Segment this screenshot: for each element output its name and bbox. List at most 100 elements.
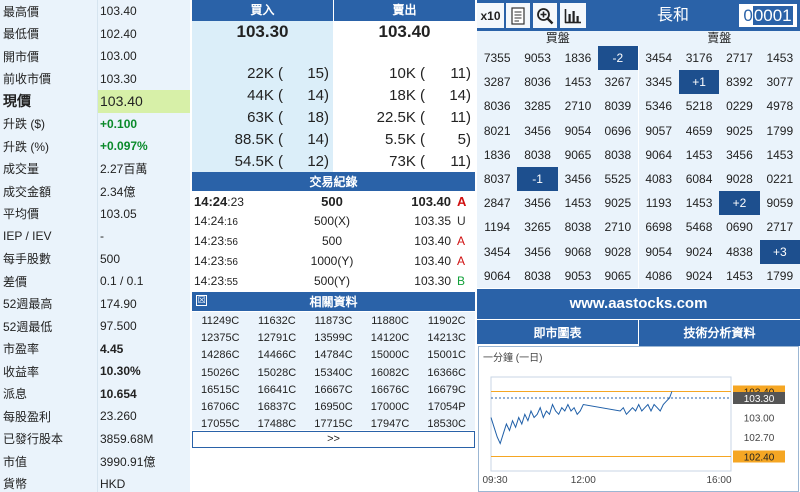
zoom-in-icon[interactable]	[533, 3, 557, 28]
broker-id[interactable]: 5525	[598, 166, 639, 192]
broker-id[interactable]: 9065	[598, 263, 639, 288]
broker-id[interactable]: 6084	[679, 167, 719, 191]
broker-id[interactable]: 3176	[679, 46, 719, 70]
broker-id[interactable]: 9057	[639, 119, 679, 143]
related-warrant-link[interactable]: 16641C	[249, 382, 306, 399]
tab-technical-analysis[interactable]: 技術分析資料	[639, 320, 800, 346]
broker-id[interactable]: 1453	[679, 191, 719, 215]
broker-id[interactable]: 2847	[477, 191, 517, 215]
broker-id[interactable]: 0690	[719, 215, 759, 239]
broker-id[interactable]: 2717	[760, 215, 800, 239]
broker-id[interactable]: 0229	[719, 94, 759, 118]
related-warrant-link[interactable]: 16679C	[418, 382, 475, 399]
broker-id[interactable]: 2710	[558, 94, 598, 118]
broker-id[interactable]: 9025	[598, 191, 639, 216]
broker-id[interactable]: 1453	[558, 70, 598, 94]
related-warrant-link[interactable]: 14466C	[249, 347, 306, 364]
broker-id[interactable]: 1836	[477, 143, 517, 167]
related-warrant-link[interactable]: 11249C	[192, 313, 249, 330]
related-warrant-link[interactable]: 11880C	[362, 313, 419, 330]
related-warrant-link[interactable]: 17000C	[362, 399, 419, 416]
broker-id[interactable]: 3265	[517, 215, 557, 239]
related-warrant-link[interactable]: 16082C	[362, 365, 419, 382]
broker-id[interactable]: 8038	[517, 143, 557, 167]
related-warrant-link[interactable]: 11873C	[305, 313, 362, 330]
broker-id[interactable]: 1453	[558, 191, 598, 215]
more-button[interactable]: >>	[192, 431, 475, 448]
broker-id[interactable]: 3454	[477, 240, 517, 264]
broker-id[interactable]: 9064	[477, 264, 517, 288]
broker-id[interactable]: 9024	[679, 240, 719, 264]
related-warrant-link[interactable]: 14784C	[305, 347, 362, 364]
broker-id[interactable]: 9068	[558, 240, 598, 264]
related-warrant-link[interactable]: 16667C	[305, 382, 362, 399]
related-warrant-link[interactable]: 16706C	[192, 399, 249, 416]
related-warrant-link[interactable]: 12791C	[249, 330, 306, 347]
broker-id[interactable]: 9059	[760, 191, 800, 215]
broker-id[interactable]: 1193	[639, 191, 679, 215]
broker-id[interactable]: 5346	[639, 94, 679, 118]
related-warrant-link[interactable]: 16837C	[249, 399, 306, 416]
related-warrant-link[interactable]: 16676C	[362, 382, 419, 399]
related-warrant-link[interactable]: 15001C	[418, 347, 475, 364]
x10-button[interactable]: x10	[477, 3, 504, 28]
broker-id[interactable]: 9028	[598, 239, 639, 264]
broker-id[interactable]: 1453	[760, 46, 800, 70]
broker-id[interactable]: 1453	[679, 143, 719, 167]
broker-id[interactable]: 9053	[558, 264, 598, 288]
broker-id[interactable]: 5468	[679, 215, 719, 239]
broker-id[interactable]: 1799	[760, 119, 800, 143]
broker-id[interactable]: 1836	[558, 46, 598, 70]
broker-id[interactable]: 8037	[477, 167, 517, 191]
tab-realtime-chart[interactable]: 即市圖表	[477, 320, 639, 346]
collapse-box-icon[interactable]: ☒	[196, 295, 207, 306]
broker-id[interactable]: 3456	[719, 143, 759, 167]
related-warrant-link[interactable]: 15340C	[305, 365, 362, 382]
related-warrant-link[interactable]: 16515C	[192, 382, 249, 399]
related-warrant-link[interactable]: 16950C	[305, 399, 362, 416]
aastocks-banner[interactable]: www.aastocks.com	[477, 289, 800, 319]
broker-id[interactable]: 9024	[679, 264, 719, 288]
broker-id[interactable]: 3345	[639, 70, 679, 94]
broker-id[interactable]: 9064	[639, 143, 679, 167]
broker-id[interactable]: 9028	[719, 167, 759, 191]
broker-id[interactable]: 7355	[477, 46, 517, 70]
related-warrant-link[interactable]: 12375C	[192, 330, 249, 347]
related-warrant-link[interactable]: 16366C	[418, 365, 475, 382]
stock-code-input[interactable]: 00001	[739, 4, 797, 27]
broker-id[interactable]: 8038	[598, 142, 639, 167]
broker-id[interactable]: 3456	[517, 240, 557, 264]
broker-id[interactable]: 8392	[719, 70, 759, 94]
broker-id[interactable]: 4978	[760, 94, 800, 118]
broker-id[interactable]: 8038	[558, 215, 598, 239]
broker-id[interactable]: 1799	[760, 264, 800, 288]
broker-id[interactable]: 3287	[477, 70, 517, 94]
broker-id[interactable]: 9025	[719, 119, 759, 143]
broker-id[interactable]: 4838	[719, 240, 759, 264]
broker-id[interactable]: 3456	[517, 191, 557, 215]
broker-id[interactable]: 8021	[477, 119, 517, 143]
broker-id[interactable]: 3285	[517, 94, 557, 118]
broker-id[interactable]: 3454	[639, 46, 679, 70]
broker-id[interactable]: 3456	[558, 167, 598, 191]
broker-id[interactable]: 8039	[598, 94, 639, 119]
broker-id[interactable]: 9053	[517, 46, 557, 70]
related-warrant-link[interactable]: 15000C	[362, 347, 419, 364]
broker-id[interactable]: 5218	[679, 94, 719, 118]
broker-id[interactable]: 3456	[517, 119, 557, 143]
broker-id[interactable]: 0696	[598, 118, 639, 143]
broker-id[interactable]: 8038	[517, 264, 557, 288]
broker-id[interactable]: 9054	[558, 119, 598, 143]
broker-id[interactable]: 8036	[477, 94, 517, 118]
bar-chart-icon[interactable]	[560, 3, 586, 28]
broker-id[interactable]: 9054	[639, 240, 679, 264]
broker-id[interactable]: 2717	[719, 46, 759, 70]
related-warrant-link[interactable]: 14286C	[192, 347, 249, 364]
related-warrant-link[interactable]: 15028C	[249, 365, 306, 382]
related-warrant-link[interactable]: 15026C	[192, 365, 249, 382]
broker-id[interactable]: 4086	[639, 264, 679, 288]
broker-id[interactable]: 4659	[679, 119, 719, 143]
broker-id[interactable]: 1194	[477, 215, 517, 239]
broker-id[interactable]: 6698	[639, 215, 679, 239]
broker-id[interactable]: 9065	[558, 143, 598, 167]
